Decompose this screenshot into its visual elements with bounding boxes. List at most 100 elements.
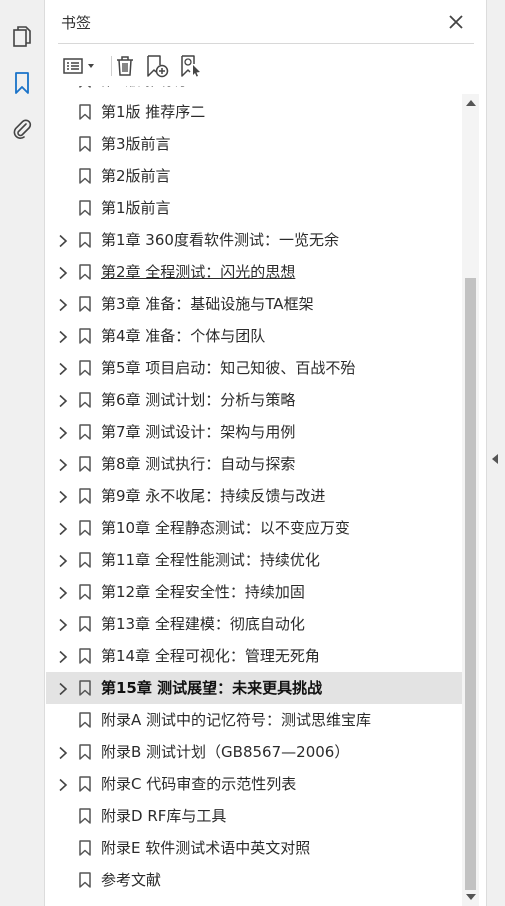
bookmark-row[interactable]: 附录C 代码审查的示范性列表 bbox=[46, 768, 464, 800]
delete-bookmark-button[interactable] bbox=[112, 52, 138, 80]
close-panel-button[interactable] bbox=[444, 10, 468, 34]
scroll-up-arrow-icon[interactable] bbox=[466, 100, 476, 106]
chevron-right-icon[interactable] bbox=[56, 617, 70, 632]
bookmark-row[interactable]: 第10章 全程静态测试：以不变应万变 bbox=[46, 512, 464, 544]
bookmark-icon bbox=[78, 232, 92, 248]
new-bookmark-button[interactable] bbox=[144, 52, 170, 80]
bookmark-label: 第8章 测试执行：自动与探索 bbox=[101, 455, 296, 473]
chevron-right-icon[interactable] bbox=[56, 745, 70, 760]
bookmark-icon bbox=[78, 520, 92, 536]
bookmark-icon bbox=[78, 808, 92, 824]
chevron-right-icon[interactable] bbox=[56, 329, 70, 344]
bookmark-from-selection-button[interactable] bbox=[178, 52, 204, 80]
bookmark-row[interactable]: 第1版前言 bbox=[46, 192, 464, 224]
bookmark-icon bbox=[78, 776, 92, 792]
bookmark-label: 第5章 项目启动：知己知彼、百战不殆 bbox=[101, 359, 356, 377]
bookmark-label: 第14章 全程可视化：管理无死角 bbox=[101, 647, 320, 665]
chevron-right-icon[interactable] bbox=[56, 681, 70, 696]
bookmark-icon bbox=[78, 616, 92, 632]
bookmark-row[interactable]: 第5章 项目启动：知己知彼、百战不殆 bbox=[46, 352, 464, 384]
bookmark-row[interactable]: 第3章 准备：基础设施与TA框架 bbox=[46, 288, 464, 320]
chevron-right-icon[interactable] bbox=[56, 521, 70, 536]
bookmark-row[interactable]: 第12章 全程安全性：持续加固 bbox=[46, 576, 464, 608]
bookmark-icon bbox=[78, 392, 92, 408]
pages-button[interactable] bbox=[7, 22, 37, 52]
bookmark-row[interactable]: 附录A 测试中的记忆符号：测试思维宝库 bbox=[46, 704, 464, 736]
chevron-right-icon[interactable] bbox=[56, 425, 70, 440]
bookmark-icon bbox=[78, 712, 92, 728]
bookmark-icon bbox=[78, 136, 92, 152]
bookmark-icon bbox=[78, 584, 92, 600]
bookmark-icon bbox=[78, 328, 92, 344]
chevron-right-icon[interactable] bbox=[56, 777, 70, 792]
bookmark-tree: 第4版 推荐序第1版 推荐序二第3版前言第2版前言第1版前言第1章 360度看软… bbox=[46, 86, 486, 906]
bookmark-row[interactable]: 第11章 全程性能测试：持续优化 bbox=[46, 544, 464, 576]
vertical-scrollbar[interactable] bbox=[462, 94, 479, 906]
bookmark-row[interactable]: 第6章 测试计划：分析与策略 bbox=[46, 384, 464, 416]
chevron-right-icon[interactable] bbox=[56, 649, 70, 664]
chevron-right-icon[interactable] bbox=[56, 265, 70, 280]
chevron-right-icon[interactable] bbox=[56, 585, 70, 600]
chevron-right-icon[interactable] bbox=[56, 297, 70, 312]
bookmark-row[interactable]: 第7章 测试设计：架构与用例 bbox=[46, 416, 464, 448]
pages-icon bbox=[13, 26, 31, 47]
bookmark-row[interactable]: 第1章 360度看软件测试：一览无余 bbox=[46, 224, 464, 256]
chevron-right-icon[interactable] bbox=[56, 393, 70, 408]
bookmark-label: 第4版 推荐序 bbox=[101, 86, 190, 89]
bookmark-icon bbox=[78, 456, 92, 472]
bookmark-row[interactable]: 第1版 推荐序二 bbox=[46, 96, 464, 128]
chevron-right-icon[interactable] bbox=[56, 457, 70, 472]
bookmark-icon bbox=[78, 744, 92, 760]
bookmark-row[interactable]: 第13章 全程建模：彻底自动化 bbox=[46, 608, 464, 640]
bookmark-icon bbox=[78, 200, 92, 216]
panel-collapse-strip[interactable] bbox=[486, 0, 505, 906]
chevron-right-icon[interactable] bbox=[56, 489, 70, 504]
bookmark-icon bbox=[78, 680, 92, 696]
bookmark-label: 第1版前言 bbox=[101, 199, 171, 217]
bookmark-label: 第12章 全程安全性：持续加固 bbox=[101, 583, 305, 601]
bookmark-label: 第3章 准备：基础设施与TA框架 bbox=[101, 295, 314, 313]
bookmark-icon bbox=[78, 488, 92, 504]
bookmark-row[interactable]: 第3版前言 bbox=[46, 128, 464, 160]
delete-icon bbox=[117, 56, 133, 76]
chevron-right-icon[interactable] bbox=[56, 233, 70, 248]
bookmark-label: 第3版前言 bbox=[101, 135, 171, 153]
bookmark-row[interactable]: 第14章 全程可视化：管理无死角 bbox=[46, 640, 464, 672]
scrollbar-thumb[interactable] bbox=[465, 278, 476, 890]
bookmarks-button[interactable] bbox=[7, 68, 37, 98]
chevron-right-icon[interactable] bbox=[56, 361, 70, 376]
attachments-button[interactable] bbox=[7, 114, 37, 144]
bookmark-icon bbox=[78, 552, 92, 568]
bookmark-label: 第2版前言 bbox=[101, 167, 171, 185]
bookmark-list: 第4版 推荐序第1版 推荐序二第3版前言第2版前言第1版前言第1章 360度看软… bbox=[46, 86, 464, 896]
bookmark-row[interactable]: 第9章 永不收尾：持续反馈与改进 bbox=[46, 480, 464, 512]
collapse-arrow-icon[interactable] bbox=[492, 454, 498, 464]
bookmark-label: 附录E 软件测试术语中英文对照 bbox=[101, 839, 311, 857]
bookmark-row[interactable]: 附录B 测试计划（GB8567—2006） bbox=[46, 736, 464, 768]
bookmark-row[interactable]: 参考文献 bbox=[46, 864, 464, 896]
bookmark-icon bbox=[78, 840, 92, 856]
bookmark-label: 附录C 代码审查的示范性列表 bbox=[101, 775, 297, 793]
bookmark-label: 第7章 测试设计：架构与用例 bbox=[101, 423, 296, 441]
bookmark-icon bbox=[78, 360, 92, 376]
navigation-rail bbox=[0, 0, 45, 906]
new-bookmark-icon bbox=[147, 55, 169, 78]
bookmark-row[interactable]: 附录E 软件测试术语中英文对照 bbox=[46, 832, 464, 864]
bookmark-from-selection-icon bbox=[181, 55, 200, 77]
bookmark-row[interactable]: 附录D RF库与工具 bbox=[46, 800, 464, 832]
options-menu-button[interactable] bbox=[60, 52, 100, 80]
bookmark-icon bbox=[78, 296, 92, 312]
chevron-right-icon[interactable] bbox=[56, 553, 70, 568]
bookmark-row[interactable]: 第8章 测试执行：自动与探索 bbox=[46, 448, 464, 480]
bookmark-icon bbox=[78, 648, 92, 664]
scroll-down-arrow-icon[interactable] bbox=[466, 894, 476, 900]
bookmark-row[interactable]: 第15章 测试展望：未来更具挑战 bbox=[46, 672, 464, 704]
bookmark-icon bbox=[78, 264, 92, 280]
bookmarks-toolbar bbox=[58, 50, 458, 82]
bookmark-row[interactable]: 第2章 全程测试：闪光的思想 bbox=[46, 256, 464, 288]
bookmark-row[interactable]: 第4章 准备：个体与团队 bbox=[46, 320, 464, 352]
bookmark-row[interactable]: 第4版 推荐序 bbox=[46, 86, 464, 96]
bookmark-label: 附录B 测试计划（GB8567—2006） bbox=[101, 743, 350, 761]
bookmark-label: 第2章 全程测试：闪光的思想 bbox=[101, 263, 296, 281]
bookmark-row[interactable]: 第2版前言 bbox=[46, 160, 464, 192]
